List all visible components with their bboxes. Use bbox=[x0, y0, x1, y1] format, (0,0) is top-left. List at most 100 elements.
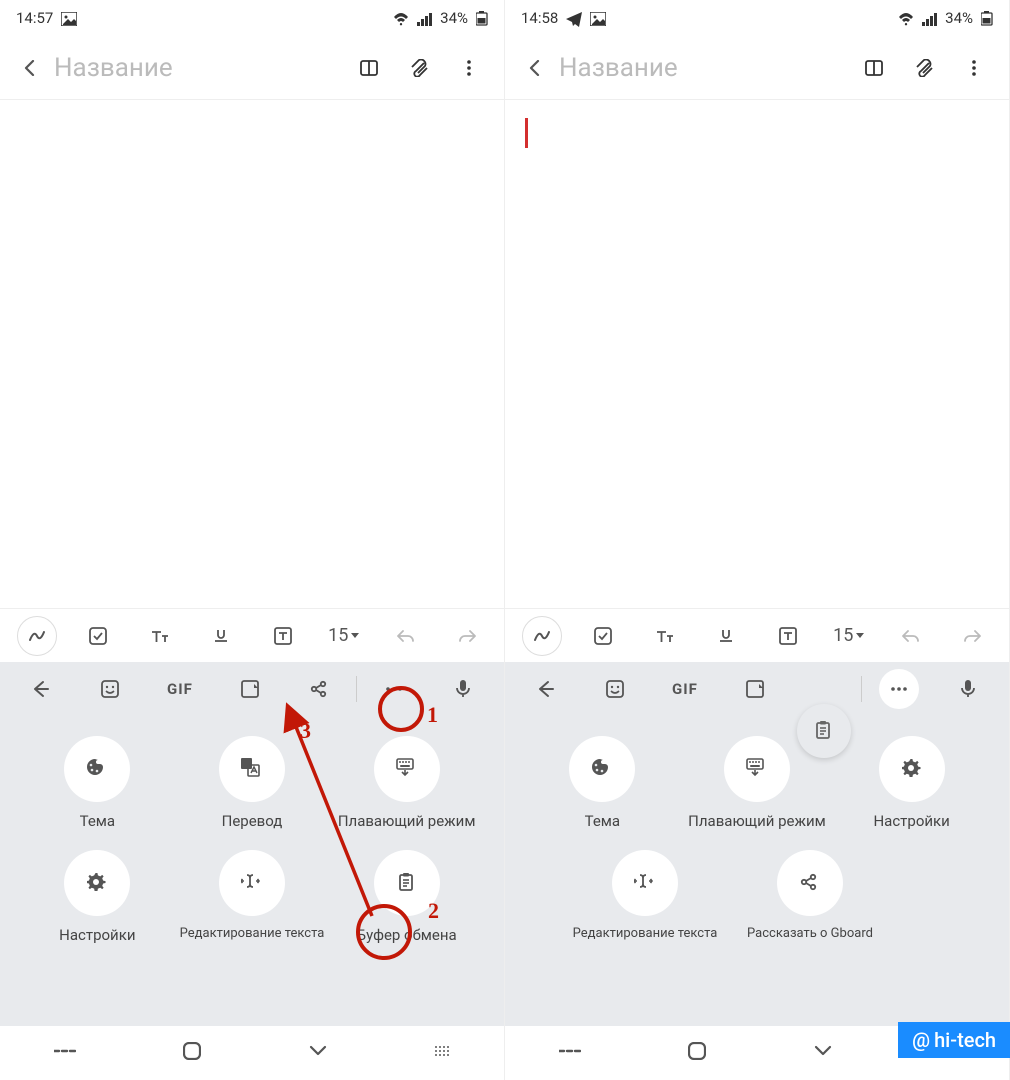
keyboard-suggestion-bar: GIF bbox=[0, 662, 504, 716]
gif-button[interactable]: GIF bbox=[652, 668, 718, 710]
undo-button[interactable] bbox=[386, 616, 426, 656]
attachment-button[interactable] bbox=[899, 59, 949, 77]
more-menu-button[interactable] bbox=[949, 59, 999, 77]
reading-mode-button[interactable] bbox=[849, 60, 899, 76]
clipboard-icon bbox=[374, 850, 440, 916]
note-content[interactable] bbox=[505, 100, 1009, 608]
palette-icon bbox=[64, 736, 130, 802]
watermark: @hi-tech bbox=[898, 1022, 1010, 1058]
more-menu-button[interactable] bbox=[444, 59, 494, 77]
tile-textedit[interactable]: Редактирование текста bbox=[177, 850, 327, 944]
format-toolbar: 15 bbox=[0, 608, 504, 662]
tile-settings[interactable]: Настройки bbox=[22, 850, 172, 944]
wifi-icon bbox=[898, 9, 914, 27]
image-icon bbox=[590, 9, 606, 27]
tile-theme[interactable]: Тема bbox=[527, 736, 677, 830]
gear-icon bbox=[64, 850, 130, 916]
tile-clipboard[interactable]: Буфер обмена bbox=[332, 850, 482, 944]
status-time: 14:58 bbox=[521, 9, 558, 27]
share-icon bbox=[777, 850, 843, 916]
image-icon bbox=[61, 9, 77, 27]
voice-input-button[interactable] bbox=[430, 668, 496, 710]
keyboard-options-panel: Тема Плавающий режим Настройки Редактиро… bbox=[505, 716, 1009, 1026]
fontsize-selector[interactable]: 15 bbox=[324, 616, 364, 656]
back-button[interactable] bbox=[814, 1042, 832, 1064]
signal-icon bbox=[417, 9, 432, 27]
tile-theme[interactable]: Тема bbox=[22, 736, 172, 830]
back-button[interactable] bbox=[309, 1042, 327, 1064]
tile-floating[interactable]: Плавающий режим bbox=[332, 736, 482, 830]
format-toolbar: 15 bbox=[505, 608, 1009, 662]
checklist-button[interactable] bbox=[78, 616, 118, 656]
status-time: 14:57 bbox=[16, 9, 53, 27]
translate-button[interactable] bbox=[217, 668, 283, 710]
home-button[interactable] bbox=[183, 1042, 201, 1064]
statusbar: 14:57 34% bbox=[0, 0, 504, 36]
android-navbar bbox=[0, 1026, 504, 1080]
keyboard-options-panel: Тема Перевод Плавающий режим Настройки bbox=[0, 716, 504, 1026]
text-cursor-icon bbox=[612, 850, 678, 916]
wifi-icon bbox=[393, 9, 409, 27]
handwriting-button[interactable] bbox=[17, 616, 57, 656]
underline-button[interactable] bbox=[201, 616, 241, 656]
text-cursor-icon bbox=[219, 850, 285, 916]
battery-pct: 34% bbox=[440, 9, 468, 27]
translate-icon bbox=[219, 736, 285, 802]
battery-icon bbox=[981, 9, 993, 27]
separator bbox=[861, 676, 862, 702]
voice-input-button[interactable] bbox=[935, 668, 1001, 710]
telegram-icon bbox=[566, 9, 582, 27]
attachment-button[interactable] bbox=[394, 59, 444, 77]
sticker-button[interactable] bbox=[583, 668, 649, 710]
underline-button[interactable] bbox=[706, 616, 746, 656]
tile-share-gboard[interactable]: Рассказать о Gboard bbox=[735, 850, 885, 941]
dragging-clipboard-tile[interactable] bbox=[797, 704, 851, 758]
battery-icon bbox=[476, 9, 488, 27]
more-options-button[interactable] bbox=[866, 668, 932, 710]
gif-button[interactable]: GIF bbox=[147, 668, 213, 710]
tile-translate[interactable]: Перевод bbox=[177, 736, 327, 830]
textbox-button[interactable] bbox=[768, 616, 808, 656]
separator bbox=[356, 676, 357, 702]
app-header: Название bbox=[0, 36, 504, 100]
checklist-button[interactable] bbox=[583, 616, 623, 656]
signal-icon bbox=[922, 9, 937, 27]
redo-button[interactable] bbox=[447, 616, 487, 656]
keyboard-float-icon bbox=[374, 736, 440, 802]
back-button[interactable] bbox=[515, 60, 555, 76]
keyboard-back-button[interactable] bbox=[8, 668, 74, 710]
palette-icon bbox=[569, 736, 635, 802]
keyboard-back-button[interactable] bbox=[513, 668, 579, 710]
textbox-button[interactable] bbox=[263, 616, 303, 656]
handwriting-button[interactable] bbox=[522, 616, 562, 656]
note-content[interactable] bbox=[0, 100, 504, 608]
home-button[interactable] bbox=[688, 1042, 706, 1064]
keyboard-suggestion-bar: GIF bbox=[505, 662, 1009, 716]
back-button[interactable] bbox=[10, 60, 50, 76]
phone-right: 14:58 34% Название 15 GIF bbox=[505, 0, 1010, 1080]
textsize-button[interactable] bbox=[645, 616, 685, 656]
redo-button[interactable] bbox=[952, 616, 992, 656]
sticker-button[interactable] bbox=[78, 668, 144, 710]
keyboard-float-icon bbox=[724, 736, 790, 802]
text-cursor bbox=[525, 118, 528, 148]
recents-button[interactable] bbox=[54, 1043, 76, 1063]
undo-button[interactable] bbox=[891, 616, 931, 656]
statusbar: 14:58 34% bbox=[505, 0, 1009, 36]
tile-textedit[interactable]: Редактирование текста bbox=[570, 850, 720, 941]
keyboard-switch-button[interactable] bbox=[434, 1043, 450, 1063]
fontsize-selector[interactable]: 15 bbox=[829, 616, 869, 656]
phone-left: 14:57 34% Название 15 GIF bbox=[0, 0, 505, 1080]
share-button[interactable] bbox=[286, 668, 352, 710]
translate-button[interactable] bbox=[722, 668, 788, 710]
battery-pct: 34% bbox=[945, 9, 973, 27]
app-header: Название bbox=[505, 36, 1009, 100]
recents-button[interactable] bbox=[559, 1043, 581, 1063]
gear-icon bbox=[879, 736, 945, 802]
textsize-button[interactable] bbox=[140, 616, 180, 656]
title-input[interactable]: Название bbox=[50, 53, 344, 83]
title-input[interactable]: Название bbox=[555, 53, 849, 83]
tile-settings[interactable]: Настройки bbox=[837, 736, 987, 830]
reading-mode-button[interactable] bbox=[344, 60, 394, 76]
more-options-button[interactable] bbox=[361, 668, 427, 710]
